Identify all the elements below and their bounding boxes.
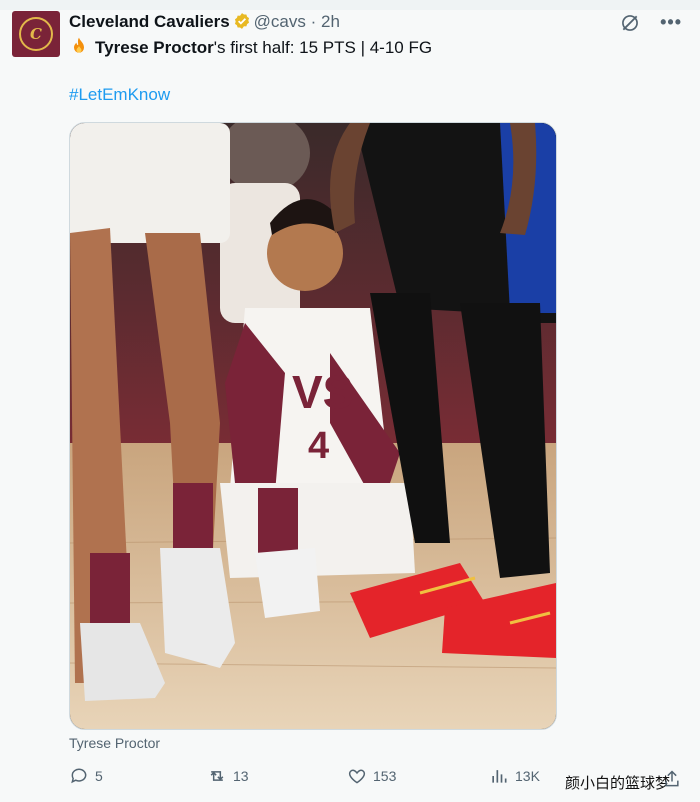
tweet-top-actions: ••• [620,12,682,33]
avatar[interactable]: C [12,11,60,57]
grok-icon[interactable] [620,13,640,33]
account-name[interactable]: Cleveland Cavaliers [69,12,230,31]
tweet-photo[interactable]: VS 4 [69,122,557,730]
reply-count: 5 [95,768,103,784]
share-icon[interactable] [662,768,682,790]
account-handle[interactable]: @cavs [254,12,306,31]
photo-illustration: VS 4 [70,123,556,729]
reply-button[interactable]: 5 [69,766,103,786]
avatar-letter: C [30,25,42,43]
heart-icon [348,769,366,784]
svg-text:VS: VS [292,366,353,418]
stat-text: 's first half: 15 PTS | 4-10 FG [213,38,433,57]
repost-icon [210,771,224,781]
fire-emoji-icon [74,37,84,53]
cavs-logo-icon: C [19,17,53,51]
watermark: 颜小白的篮球梦 [564,774,670,792]
tweet-header: Cleveland Cavaliers @cavs · 2h [69,11,340,33]
view-count: 13K [515,768,540,784]
verified-badge-icon[interactable] [233,12,251,30]
svg-text:4: 4 [308,425,329,467]
top-divider [0,0,700,10]
photo-caption: Tyrese Proctor [69,735,161,751]
more-options-icon[interactable]: ••• [660,12,682,33]
like-button[interactable]: 153 [347,766,396,786]
views-button[interactable]: 13K [489,766,540,786]
repost-count: 13 [233,768,249,784]
meta-separator: · [310,12,317,31]
like-count: 153 [373,768,397,784]
tweet-time[interactable]: 2h [321,12,340,31]
hashtag-link[interactable]: #LetEmKnow [69,85,170,105]
tweet-text: Tyrese Proctor's first half: 15 PTS | 4-… [69,36,432,59]
reply-icon [71,768,87,784]
views-chart-icon [492,770,507,783]
player-name: Tyrese Proctor [95,38,214,57]
repost-button[interactable]: 13 [207,766,249,786]
